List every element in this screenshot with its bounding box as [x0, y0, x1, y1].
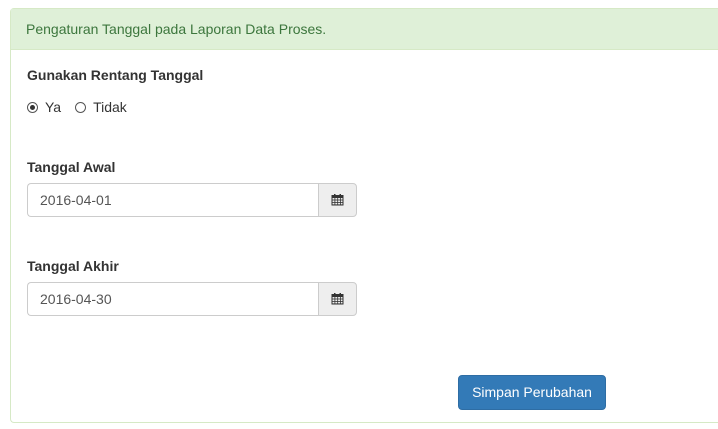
- end-date-group: 2016-04-30: [27, 282, 357, 316]
- end-date-input[interactable]: 2016-04-30: [27, 282, 318, 316]
- start-date-label: Tanggal Awal: [27, 159, 116, 175]
- radio-tidak-label: Tidak: [93, 99, 127, 115]
- radio-option-tidak[interactable]: Tidak: [75, 99, 127, 115]
- start-date-group: 2016-04-01: [27, 183, 357, 217]
- range-radio-group: Ya Tidak: [27, 99, 141, 115]
- start-date-input[interactable]: 2016-04-01: [27, 183, 318, 217]
- radio-ya[interactable]: [27, 101, 38, 113]
- panel-heading: Pengaturan Tanggal pada Laporan Data Pro…: [11, 9, 718, 50]
- calendar-icon: [331, 293, 344, 305]
- range-label: Gunakan Rentang Tanggal: [27, 67, 204, 83]
- end-date-label: Tanggal Akhir: [27, 258, 119, 274]
- radio-option-ya[interactable]: Ya: [27, 99, 61, 115]
- end-date-calendar-button[interactable]: [318, 282, 357, 316]
- save-changes-button[interactable]: Simpan Perubahan: [458, 375, 606, 410]
- settings-panel: Pengaturan Tanggal pada Laporan Data Pro…: [10, 8, 718, 423]
- start-date-calendar-button[interactable]: [318, 183, 357, 217]
- radio-ya-label: Ya: [45, 99, 62, 115]
- calendar-icon: [331, 194, 344, 206]
- radio-tidak[interactable]: [75, 101, 87, 113]
